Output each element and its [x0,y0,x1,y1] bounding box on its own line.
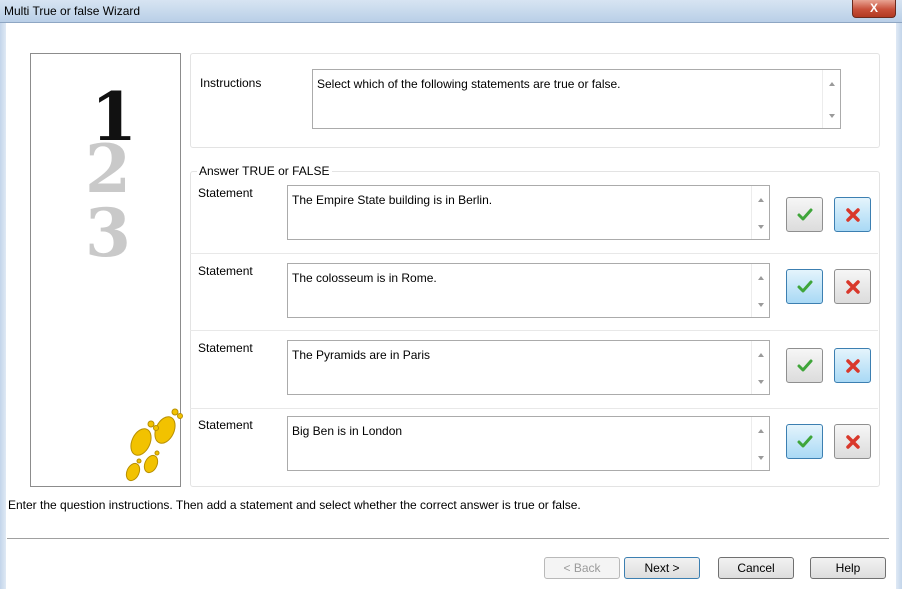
scroll-down-icon [758,225,764,229]
scroll-down-icon [758,380,764,384]
wizard-steps-panel: 1 2 3 [30,53,183,487]
statement-4-input[interactable]: Big Ben is in London [287,416,770,471]
scroll-up-icon [758,198,764,202]
answers-group-title: Answer TRUE or FALSE [197,164,332,178]
scroll-down-icon [758,303,764,307]
window-border-left [0,22,6,589]
statement-3-text: The Pyramids are in Paris [292,348,431,362]
close-icon: X [869,1,878,15]
statement-2-input[interactable]: The colosseum is in Rome. [287,263,770,318]
statement-4-true-button[interactable] [786,424,823,459]
statement-label: Statement [198,418,253,432]
instructions-scrollbar[interactable] [822,70,840,128]
statement-2-false-button[interactable] [834,269,871,304]
statement-2-true-button[interactable] [786,269,823,304]
next-button[interactable]: Next > [624,557,700,579]
scroll-up-icon [829,82,835,86]
statement-1-scrollbar[interactable] [751,186,769,239]
cross-icon [846,280,860,294]
step-2-number: 2 [85,130,131,208]
instructions-input[interactable]: Select which of the following statements… [312,69,841,129]
checkmark-icon [797,280,813,293]
statement-4-text: Big Ben is in London [292,424,403,438]
help-button[interactable]: Help [810,557,886,579]
checkmark-icon [797,208,813,221]
instructions-label: Instructions [200,76,262,90]
help-hint-text: Enter the question instructions. Then ad… [8,498,581,512]
statement-3-input[interactable]: The Pyramids are in Paris [287,340,770,395]
window-border-right [896,22,902,589]
statement-label: Statement [198,186,253,200]
scroll-up-icon [758,276,764,280]
scroll-down-icon [829,114,835,118]
statement-3-true-button[interactable] [786,348,823,383]
statement-1-false-button[interactable] [834,197,871,232]
cross-icon [846,208,860,222]
cancel-button[interactable]: Cancel [718,557,794,579]
checkmark-icon [797,359,813,372]
statement-1-true-button[interactable] [786,197,823,232]
statement-1-input[interactable]: The Empire State building is in Berlin. [287,185,770,240]
step-3-number: 3 [85,194,131,272]
scroll-up-icon [758,429,764,433]
cross-icon [846,359,860,373]
scroll-up-icon [758,353,764,357]
footer-divider-highlight [7,539,889,540]
title-bar: Multi True or false Wizard X [0,0,902,23]
statement-4-false-button[interactable] [834,424,871,459]
cross-icon [846,435,860,449]
statement-separator [190,408,878,409]
statement-2-text: The colosseum is in Rome. [292,271,437,285]
statement-4-scrollbar[interactable] [751,417,769,470]
statement-separator [190,330,878,331]
instructions-text: Select which of the following statements… [317,77,621,91]
window-title: Multi True or false Wizard [4,4,141,18]
statement-3-false-button[interactable] [834,348,871,383]
statement-label: Statement [198,341,253,355]
statement-separator [190,253,878,254]
close-button[interactable]: X [852,0,896,18]
statement-3-scrollbar[interactable] [751,341,769,394]
back-button[interactable]: < Back [544,557,620,579]
footprints-icon [125,408,183,482]
scroll-down-icon [758,456,764,460]
statement-2-scrollbar[interactable] [751,264,769,317]
checkmark-icon [797,435,813,448]
statement-1-text: The Empire State building is in Berlin. [292,193,493,207]
statement-label: Statement [198,264,253,278]
